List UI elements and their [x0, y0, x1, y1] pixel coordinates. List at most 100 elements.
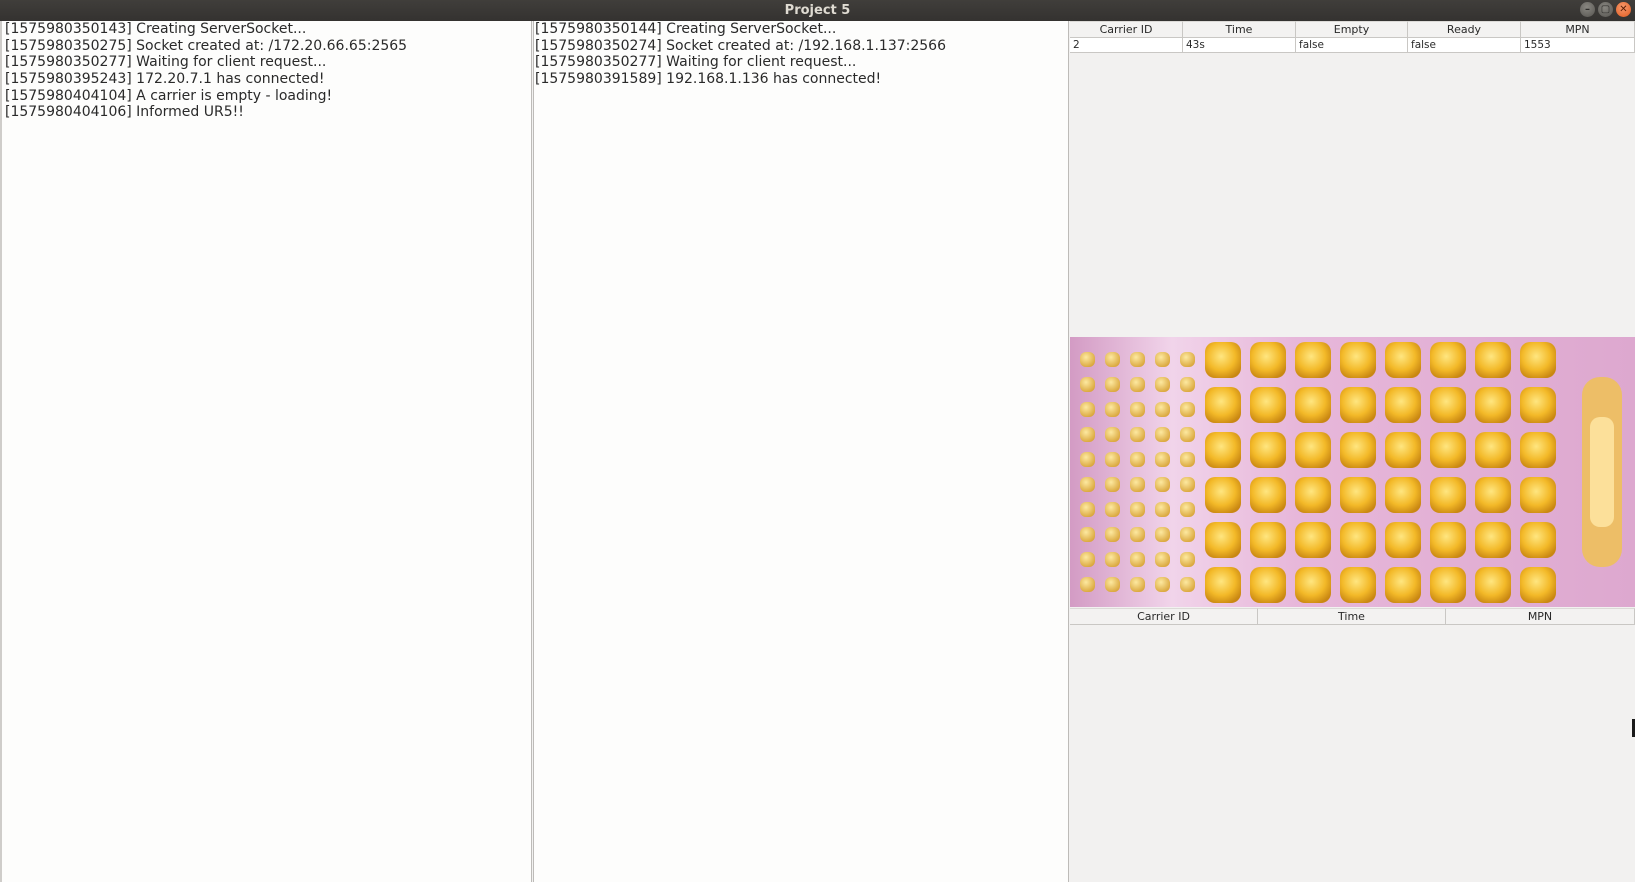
column-header-mpn[interactable]: MPN: [1521, 21, 1635, 37]
pill-icon: [1475, 567, 1511, 603]
small-pill-icon: [1080, 352, 1095, 367]
column-header-mpn[interactable]: MPN: [1446, 608, 1635, 624]
minimize-button[interactable]: –: [1580, 2, 1595, 17]
pill-icon: [1520, 567, 1556, 603]
small-pill-icon: [1080, 527, 1095, 542]
small-pill-icon: [1180, 402, 1195, 417]
column-header-carrier-id[interactable]: Carrier ID: [1070, 21, 1183, 37]
camera-feed-image: [1070, 337, 1635, 607]
small-pill-icon: [1105, 377, 1120, 392]
pill-icon: [1430, 432, 1466, 468]
server-log-right[interactable]: [1575980350144] Creating ServerSocket...…: [533, 21, 1069, 882]
log-line: [1575980404106] Informed UR5!!: [5, 104, 244, 121]
pill-icon: [1430, 387, 1466, 423]
small-pill-icon: [1080, 427, 1095, 442]
maximize-button[interactable]: ▢: [1598, 2, 1613, 17]
small-pill-icon: [1130, 427, 1145, 442]
small-pill-icon: [1080, 577, 1095, 592]
pill-icon: [1475, 432, 1511, 468]
column-header-time[interactable]: Time: [1183, 21, 1296, 37]
pill-icon: [1295, 432, 1331, 468]
right-panel: Carrier ID Time Empty Ready MPN 2 43s fa…: [1070, 21, 1635, 882]
cell-time: 43s: [1183, 38, 1296, 52]
log-line: [1575980350274] Socket created at: /192.…: [535, 37, 946, 54]
pill-icon: [1475, 477, 1511, 513]
cell-empty: false: [1296, 38, 1408, 52]
log-line: [1575980404104] A carrier is empty - loa…: [5, 87, 333, 104]
pill-icon: [1385, 387, 1421, 423]
pill-icon: [1295, 387, 1331, 423]
log-line: [1575980350144] Creating ServerSocket...: [535, 21, 837, 37]
small-pill-icon: [1155, 577, 1170, 592]
small-pill-icon: [1180, 352, 1195, 367]
log-line: [1575980395243] 172.20.7.1 has connected…: [5, 71, 325, 88]
column-header-carrier-id[interactable]: Carrier ID: [1070, 608, 1258, 624]
log-line: [1575980391589] 192.168.1.136 has connec…: [535, 71, 882, 88]
small-pill-icon: [1130, 377, 1145, 392]
small-pill-icon: [1105, 402, 1120, 417]
pill-icon: [1430, 342, 1466, 378]
close-button[interactable]: ✕: [1616, 2, 1631, 17]
table-row[interactable]: 2 43s false false 1553: [1070, 38, 1635, 53]
pill-icon: [1430, 477, 1466, 513]
small-pill-icon: [1105, 477, 1120, 492]
small-pill-icon: [1180, 527, 1195, 542]
small-pill-icon: [1105, 552, 1120, 567]
small-pill-icon: [1180, 427, 1195, 442]
pill-icon: [1340, 477, 1376, 513]
small-pill-icon: [1180, 477, 1195, 492]
small-pill-icon: [1155, 352, 1170, 367]
cell-mpn: 1553: [1521, 38, 1635, 52]
carrier-status-table: Carrier ID Time Empty Ready MPN 2 43s fa…: [1070, 21, 1635, 53]
small-pill-icon: [1130, 402, 1145, 417]
pill-icon: [1295, 522, 1331, 558]
small-pill-icon: [1080, 502, 1095, 517]
pill-icon: [1430, 567, 1466, 603]
pill-blister-camera-feed-icon: [1070, 337, 1635, 607]
small-pill-icon: [1130, 552, 1145, 567]
pill-icon: [1205, 567, 1241, 603]
small-pill-icon: [1180, 452, 1195, 467]
pill-icon: [1205, 522, 1241, 558]
window-titlebar: Project 5 – ▢ ✕: [0, 0, 1635, 21]
small-pill-icon: [1130, 527, 1145, 542]
cell-carrier-id: 2: [1070, 38, 1183, 52]
column-header-empty[interactable]: Empty: [1296, 21, 1408, 37]
small-pill-icon: [1130, 577, 1145, 592]
small-pill-icon: [1105, 427, 1120, 442]
small-pill-icon: [1130, 352, 1145, 367]
pill-icon: [1385, 477, 1421, 513]
small-pill-icon: [1080, 402, 1095, 417]
pill-icon: [1430, 522, 1466, 558]
small-pill-icon: [1180, 577, 1195, 592]
pill-icon: [1205, 477, 1241, 513]
small-pill-icon: [1105, 577, 1120, 592]
pill-icon: [1250, 432, 1286, 468]
pill-icon: [1295, 477, 1331, 513]
column-header-ready[interactable]: Ready: [1408, 21, 1521, 37]
pill-icon: [1250, 522, 1286, 558]
pill-icon: [1475, 522, 1511, 558]
log-line: [1575980350275] Socket created at: /172.…: [5, 37, 408, 54]
small-pill-icon: [1105, 352, 1120, 367]
carrier-history-table: Carrier ID Time MPN: [1070, 608, 1635, 625]
cell-ready: false: [1408, 38, 1521, 52]
table-header: Carrier ID Time MPN: [1070, 608, 1635, 625]
pill-icon: [1295, 567, 1331, 603]
pill-icon: [1205, 432, 1241, 468]
pill-icon: [1250, 342, 1286, 378]
window-title: Project 5: [784, 3, 851, 18]
pill-icon: [1520, 477, 1556, 513]
column-header-time[interactable]: Time: [1258, 608, 1446, 624]
pill-icon: [1295, 342, 1331, 378]
pill-icon: [1250, 477, 1286, 513]
server-log-left[interactable]: [1575980350143] Creating ServerSocket...…: [0, 21, 532, 882]
pill-icon: [1385, 432, 1421, 468]
small-pill-icon: [1180, 377, 1195, 392]
small-pill-icon: [1155, 427, 1170, 442]
pill-icon: [1385, 342, 1421, 378]
pill-icon: [1250, 567, 1286, 603]
log-line: [1575980350143] Creating ServerSocket...: [5, 21, 307, 37]
window-controls: – ▢ ✕: [1580, 2, 1631, 17]
pill-icon: [1520, 342, 1556, 378]
